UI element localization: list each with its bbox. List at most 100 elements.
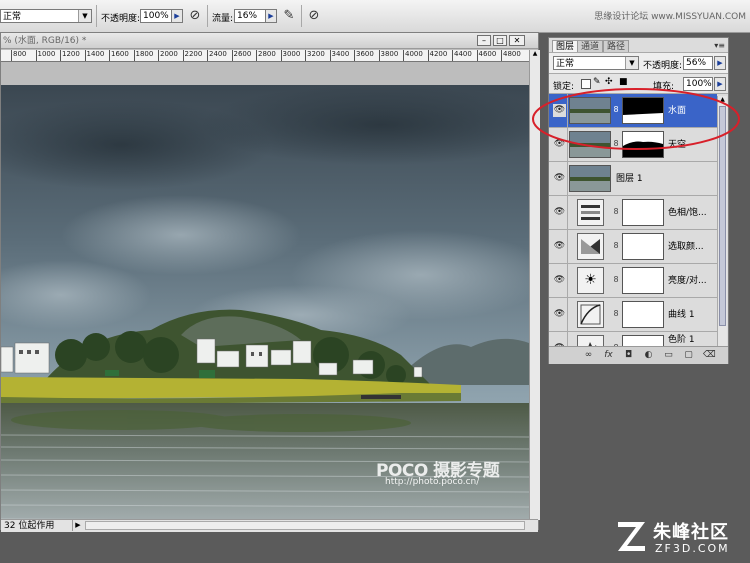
document-title-bar[interactable]: % (水面, RGB/16) * — [1, 33, 538, 49]
flow-value: 16% — [237, 11, 258, 21]
ruler-tick-label: 4600 — [476, 50, 496, 61]
logo-brand: 朱峰社区 — [653, 522, 729, 543]
photo-watermark-url: http://photo.poco.cn/ — [385, 477, 480, 487]
status-menu-arrow-icon[interactable]: ▶ — [72, 520, 83, 531]
horizontal-ruler[interactable]: 800 1000 1200 1400 1600 1800 2000 2200 2400 2600 2… — [1, 50, 529, 62]
mode-select[interactable]: 正常 ▼ — [0, 9, 92, 23]
status-text: 32 位起作用 — [4, 521, 55, 531]
canvas-photo[interactable]: POCO 摄影专题 http://photo.poco.cn/ — [1, 85, 529, 528]
ruler-tick-label: 3400 — [329, 50, 349, 61]
layer-row-selective-color[interactable]: 👁 8 选取颜... — [549, 230, 717, 264]
airbrush-icon[interactable]: ✎ — [280, 7, 298, 25]
chain-link-icon[interactable]: 8 — [612, 308, 620, 320]
brightness-contrast-icon[interactable]: ☀ — [577, 267, 604, 294]
add-mask-icon[interactable]: ◘ — [623, 350, 634, 361]
tab-layers[interactable]: 图层 — [552, 40, 579, 52]
layer-thumbnail[interactable] — [569, 165, 611, 192]
divider — [567, 196, 568, 230]
minimize-icon[interactable]: – — [477, 35, 491, 46]
trash-icon[interactable]: ⌫ — [703, 350, 716, 361]
adjustment-layer-icon[interactable]: ◐ — [643, 350, 654, 361]
flow-field[interactable]: 16% — [234, 9, 266, 23]
ruler-tick-label: 1400 — [84, 50, 104, 61]
divider — [567, 162, 568, 196]
ruler-tick-label: 3000 — [280, 50, 300, 61]
layer-opacity-label: 不透明度: — [643, 61, 683, 71]
mode-value: 正常 — [3, 12, 22, 22]
chain-link-icon[interactable]: 8 — [612, 206, 620, 218]
layer-mask-thumbnail[interactable] — [622, 267, 664, 294]
divider — [567, 230, 568, 264]
flow-label: 流量: — [212, 14, 234, 24]
opacity-value: 100% — [143, 11, 169, 21]
horizontal-scrollbar[interactable] — [85, 521, 525, 530]
layer-style-icon[interactable]: fx — [603, 350, 614, 361]
opacity-field[interactable]: 100% — [140, 9, 172, 23]
ruler-tick-label: 2400 — [207, 50, 227, 61]
layer-row-levels[interactable]: 👁 8 色阶 1 — [549, 332, 717, 346]
logo-domain: ZF3D.COM — [655, 542, 730, 555]
scroll-up-icon[interactable]: ▲ — [531, 50, 539, 59]
chain-link-icon[interactable]: 8 — [612, 274, 620, 286]
document-title: % (水面, RGB/16) * — [3, 36, 87, 46]
levels-icon[interactable] — [577, 335, 604, 346]
layer-mask-thumbnail[interactable] — [622, 233, 664, 260]
hue-saturation-icon[interactable] — [577, 199, 604, 226]
layer-name: 选取颜... — [668, 242, 704, 252]
divider — [567, 264, 568, 298]
tablet-pressure-size-icon[interactable]: ⊘ — [305, 7, 323, 25]
ruler-tick-label: 4000 — [403, 50, 423, 61]
layer-name: 色相/饱... — [668, 208, 707, 218]
curves-icon[interactable] — [577, 301, 604, 328]
flow-slider-arrow-icon[interactable]: ▶ — [265, 9, 277, 23]
zf3d-logo: 朱峰社区 ZF3D.COM — [615, 516, 745, 560]
layer-name: 图层 1 — [616, 174, 643, 184]
tablet-pressure-opacity-icon[interactable]: ⊘ — [186, 7, 204, 25]
opacity-label: 不透明度: — [101, 14, 141, 24]
eye-icon[interactable]: 👁 — [553, 308, 566, 321]
layer-row-curves[interactable]: 👁 8 曲线 1 — [549, 298, 717, 332]
ruler-tick-label: 2800 — [256, 50, 276, 61]
layer-opacity-value: 56% — [686, 58, 707, 68]
ruler-tick-label: 1200 — [60, 50, 80, 61]
ruler-tick-label: 800 — [11, 50, 26, 61]
panel-options-row: 正常 ▼ 不透明度: 56% ▶ — [549, 52, 728, 74]
eye-icon[interactable]: 👁 — [553, 240, 566, 253]
chain-link-icon[interactable]: 8 — [612, 240, 620, 252]
selective-color-icon[interactable] — [577, 233, 604, 260]
maximize-icon[interactable]: □ — [493, 35, 507, 46]
ruler-tick-label: 1000 — [35, 50, 55, 61]
tab-paths[interactable]: 路径 — [603, 40, 630, 52]
close-icon[interactable]: ✕ — [509, 35, 525, 46]
document-window: % (水面, RGB/16) * – □ ✕ 800 1000 1200 1400 16… — [0, 32, 540, 532]
separator — [207, 5, 208, 27]
options-bar: 正常 ▼ 不透明度: 100% ▶ ⊘ 流量: 16% ▶ ✎ ⊘ 思缘设计论坛… — [0, 0, 750, 33]
layer-name: 曲线 1 — [668, 310, 695, 320]
layer-name: 色阶 1 — [668, 335, 695, 345]
layer-mask-thumbnail[interactable] — [622, 335, 664, 346]
divider — [567, 298, 568, 332]
opacity-slider-arrow-icon[interactable]: ▶ — [171, 9, 183, 23]
link-layers-icon[interactable]: ∞ — [583, 350, 594, 361]
ruler-tick-label: 3200 — [305, 50, 325, 61]
annotation-ellipse — [532, 88, 740, 150]
layer-mask-thumbnail[interactable] — [622, 199, 664, 226]
blend-mode-select[interactable]: 正常 ▼ — [553, 56, 639, 70]
tab-channels[interactable]: 通道 — [577, 40, 604, 52]
layer-row-brightness-contrast[interactable]: 👁 ☀ 8 亮度/对... — [549, 264, 717, 298]
new-layer-icon[interactable]: ▢ — [683, 350, 694, 361]
layer-row-layer1[interactable]: 👁 图层 1 — [549, 162, 717, 196]
eye-icon[interactable]: 👁 — [553, 206, 566, 219]
eye-icon[interactable]: 👁 — [553, 172, 566, 185]
layer-opacity-arrow-icon[interactable]: ▶ — [714, 56, 726, 70]
eye-icon[interactable]: 👁 — [553, 274, 566, 287]
panel-footer: ∞ fx ◘ ◐ ▭ ▢ ⌫ — [549, 346, 728, 364]
ruler-tick-label: 2200 — [182, 50, 202, 61]
separator — [301, 5, 302, 27]
chevron-down-icon: ▼ — [78, 10, 91, 22]
layer-row-hue-saturation[interactable]: 👁 8 色相/饱... — [549, 196, 717, 230]
layer-opacity-field[interactable]: 56% — [683, 56, 713, 70]
group-folder-icon[interactable]: ▭ — [663, 350, 674, 361]
layer-mask-thumbnail[interactable] — [622, 301, 664, 328]
panel-menu-icon[interactable]: ▾≡ — [714, 41, 725, 50]
